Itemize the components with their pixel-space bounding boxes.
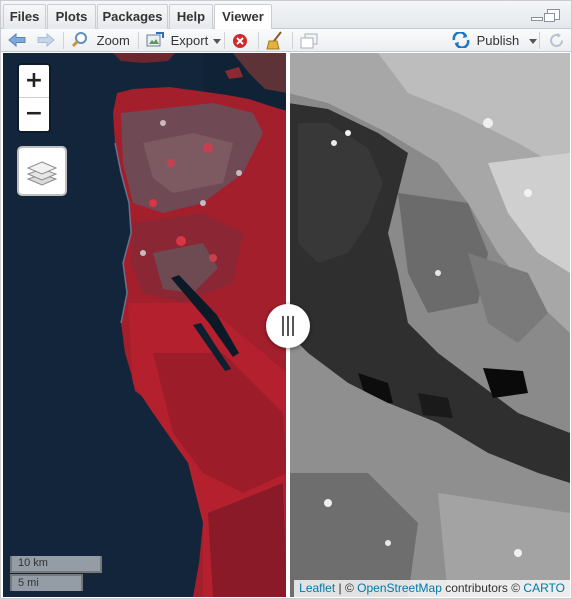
forward-arrow-icon[interactable]: [37, 33, 55, 47]
chevron-down-icon: [529, 39, 538, 45]
zoom-label: Zoom: [96, 33, 130, 48]
tab-packages[interactable]: Packages: [97, 4, 168, 29]
new-window-icon[interactable]: [300, 33, 318, 49]
magnifier-icon: [71, 32, 87, 48]
attribution-contributors: contributors ©: [441, 581, 524, 595]
zoom-button[interactable]: Zoom: [71, 31, 130, 50]
zoom-control: + −: [17, 63, 51, 133]
attribution-separator: | ©: [335, 581, 358, 595]
tab-help[interactable]: Help: [169, 4, 213, 29]
back-arrow-icon[interactable]: [8, 33, 26, 47]
layers-control-button[interactable]: [17, 146, 67, 196]
grip-line-icon: [292, 316, 294, 336]
zoom-in-button[interactable]: +: [19, 65, 49, 98]
export-label: Export: [170, 33, 209, 48]
refresh-icon[interactable]: [548, 32, 565, 49]
toolbar-separator: [138, 32, 139, 49]
viewer-toolbar: Zoom Export Publish: [1, 29, 571, 52]
leaflet-map[interactable]: + − 10 km 5 mi Leaflet | © OpenStreetMap…: [3, 53, 570, 597]
grayscale-satellite-layer: [288, 53, 570, 597]
publish-label: Publish: [476, 33, 520, 48]
grip-line-icon: [287, 316, 289, 336]
remove-viewer-icon[interactable]: [232, 33, 248, 49]
window-controls: [531, 9, 561, 23]
leaflet-link[interactable]: Leaflet: [299, 581, 335, 595]
maximize-pane-icon[interactable]: [544, 9, 560, 22]
minimize-pane-icon[interactable]: [531, 17, 543, 21]
swipe-handle[interactable]: [266, 304, 310, 348]
scale-bar-mi: 5 mi: [10, 574, 83, 591]
scale-bar-km: 10 km: [10, 556, 102, 573]
map-attribution: Leaflet | © OpenStreetMap contributors ©…: [294, 580, 570, 597]
false-color-satellite-layer: [3, 53, 287, 597]
layers-icon: [26, 161, 58, 186]
chevron-down-icon: [213, 39, 222, 45]
toolbar-separator: [292, 32, 293, 49]
broom-clear-icon[interactable]: [266, 31, 284, 50]
export-image-icon: [146, 32, 164, 47]
toolbar-separator: [258, 32, 259, 49]
publish-icon: [452, 31, 470, 49]
tab-viewer[interactable]: Viewer: [214, 4, 272, 30]
viewer-pane: Files Plots Packages Help Viewer Zoom Ex…: [0, 0, 572, 599]
pane-tab-bar: Files Plots Packages Help Viewer: [1, 1, 571, 30]
toolbar-separator: [63, 32, 64, 49]
osm-link[interactable]: OpenStreetMap: [357, 581, 442, 595]
toolbar-separator: [539, 32, 540, 49]
carto-link[interactable]: CARTO: [523, 581, 565, 595]
tab-plots[interactable]: Plots: [47, 4, 96, 29]
zoom-out-button[interactable]: −: [19, 98, 49, 131]
tab-files[interactable]: Files: [3, 4, 46, 29]
publish-button[interactable]: Publish: [452, 31, 538, 50]
toolbar-separator: [224, 32, 225, 49]
grip-line-icon: [282, 316, 284, 336]
export-button[interactable]: Export: [146, 31, 222, 50]
